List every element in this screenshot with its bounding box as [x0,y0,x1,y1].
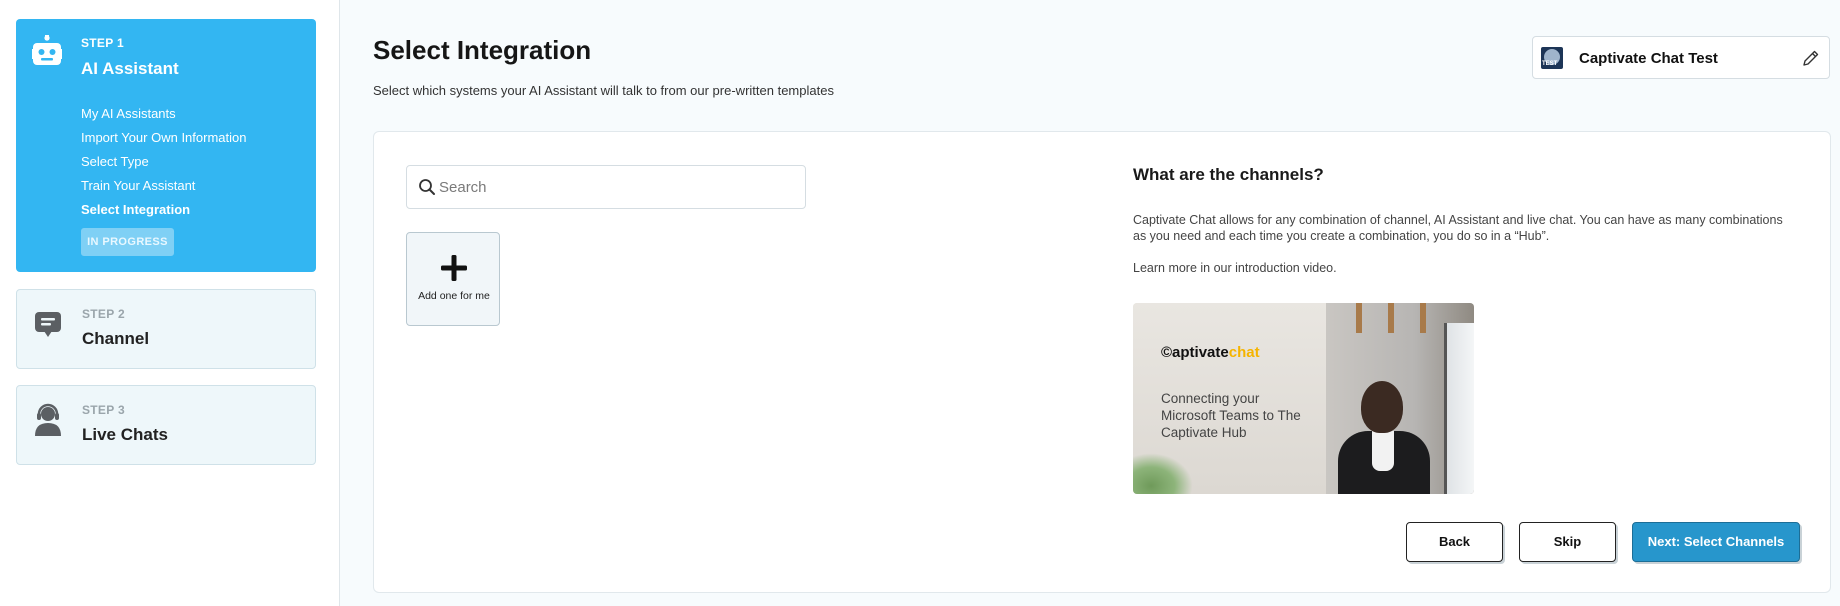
back-button[interactable]: Back [1406,522,1503,562]
hub-logo-text: TEST [1542,61,1558,67]
next-select-channels-button[interactable]: Next: Select Channels [1632,522,1800,562]
hub-logo: TEST [1541,47,1563,69]
video-presenter-panel [1326,303,1474,494]
video-logo-prefix: ©aptivate [1161,344,1229,361]
substep-select-integration[interactable]: Select Integration [81,202,246,226]
info-learn-more: Learn more in our introduction video. [1133,261,1337,275]
window-frame [1444,323,1474,494]
step-live-chats[interactable]: STEP 3 Live Chats [16,385,316,465]
info-body: Captivate Chat allows for any combinatio… [1133,213,1783,243]
video-logo-accent: chat [1228,344,1260,361]
substep-select-type[interactable]: Select Type [81,154,246,178]
step-channel[interactable]: STEP 2 Channel [16,289,316,369]
chat-bubble-icon [35,312,61,337]
search-box[interactable] [406,165,806,209]
plant-decoration [1133,453,1193,494]
skip-button[interactable]: Skip [1519,522,1616,562]
substep-train-assistant[interactable]: Train Your Assistant [81,178,246,202]
add-integration-tile[interactable]: Add one for me [406,232,500,326]
step-title: Live Chats [82,425,168,444]
integration-card: Add one for me What are the channels? Ca… [373,131,1831,593]
video-brand-logo: ©aptivatechat [1161,344,1260,361]
step-ai-assistant[interactable]: STEP 1 AI Assistant My AI Assistants Imp… [16,19,316,272]
plus-icon [441,255,467,281]
page-subtitle: Select which systems your AI Assistant w… [373,83,834,98]
page-title: Select Integration [373,35,592,65]
step-number: STEP 1 [81,36,124,50]
status-badge: IN PROGRESS [81,228,174,256]
substep-list: My AI Assistants Import Your Own Informa… [81,106,246,226]
search-icon [419,179,435,195]
info-title: What are the channels? [1133,165,1324,184]
robot-icon [32,35,62,65]
search-input[interactable] [439,166,799,208]
step-number: STEP 2 [82,307,125,321]
support-agent-icon [35,403,61,436]
hub-selector[interactable]: TEST Captivate Chat Test [1532,36,1830,79]
presenter-head [1361,381,1403,433]
intro-video-thumbnail[interactable]: ©aptivatechat Connecting your Microsoft … [1133,303,1474,494]
step-title: AI Assistant [81,59,179,78]
add-tile-label: Add one for me [418,290,490,302]
step-title: Channel [82,329,150,348]
hub-name: Captivate Chat Test [1579,50,1718,67]
sidebar: STEP 1 AI Assistant My AI Assistants Imp… [0,0,340,606]
video-caption: Connecting your Microsoft Teams to The C… [1161,391,1301,440]
substep-import-information[interactable]: Import Your Own Information [81,130,246,154]
edit-pencil-icon[interactable] [1801,48,1821,68]
video-slide-panel: ©aptivatechat Connecting your Microsoft … [1133,303,1326,494]
substep-my-ai-assistants[interactable]: My AI Assistants [81,106,246,130]
step-number: STEP 3 [82,403,125,417]
